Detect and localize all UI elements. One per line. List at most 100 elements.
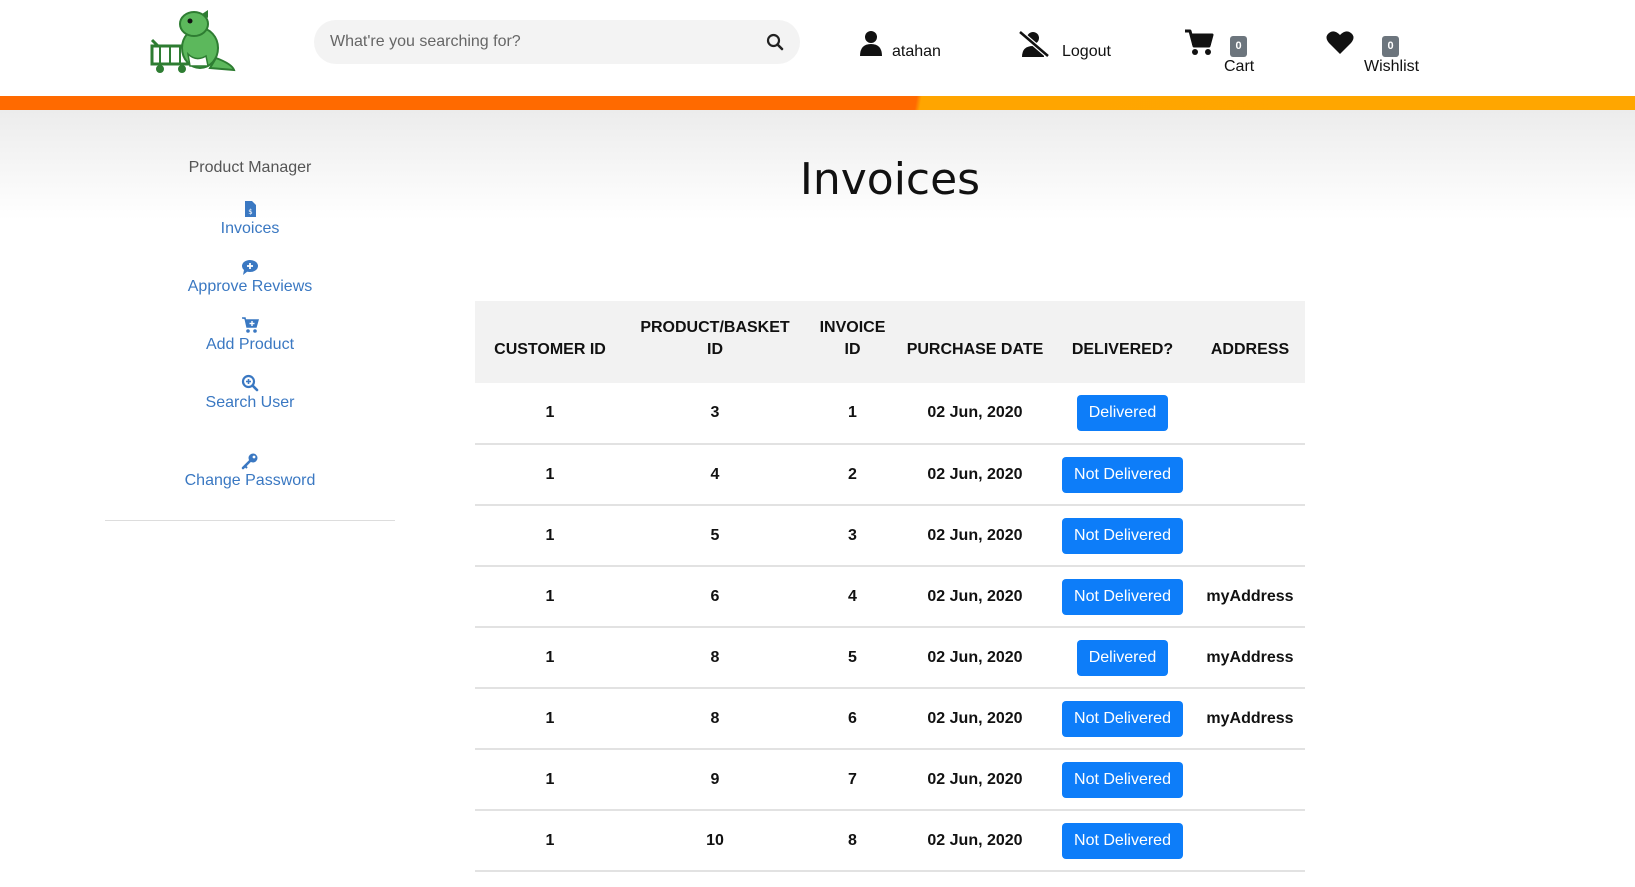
delivery-status-cell: Not Delivered (1050, 444, 1195, 506)
table-row: 1 5 3 02 Jun, 2020 Not Delivered (475, 505, 1305, 567)
table-row: 1 8 6 02 Jun, 2020 Not Delivered myAddress (475, 688, 1305, 750)
invoices-table: CUSTOMER ID PRODUCT/BASKET ID INVOICE ID… (475, 301, 1305, 872)
table-row: 1 10 8 02 Jun, 2020 Not Delivered (475, 810, 1305, 872)
delivery-status-button[interactable]: Not Delivered (1062, 700, 1183, 737)
product-id-cell: 8 (625, 688, 805, 750)
address-cell (1195, 444, 1305, 506)
column-header: ADDRESS (1195, 301, 1305, 383)
top-navbar: atahan Logout 0 Cart 0 Wishlist (0, 0, 1635, 96)
customer-id-cell: 1 (475, 627, 625, 689)
column-header: INVOICE ID (805, 301, 900, 383)
product-id-cell: 4 (625, 444, 805, 506)
customer-id-cell: 1 (475, 505, 625, 567)
accent-stripe (0, 96, 1635, 110)
column-header: PURCHASE DATE (900, 301, 1050, 383)
table-row: 1 8 5 02 Jun, 2020 Delivered myAddress (475, 627, 1305, 689)
product-id-cell: 8 (625, 627, 805, 689)
sidebar-item-invoices[interactable]: $ Invoices (105, 200, 395, 238)
sidebar-item-change-password[interactable]: Change Password (105, 452, 395, 490)
purchase-date-cell: 02 Jun, 2020 (900, 383, 1050, 445)
sidebar-item-search-user[interactable]: Search User (105, 374, 395, 412)
delivery-status-button[interactable]: Not Delivered (1062, 517, 1183, 554)
delivery-status-cell: Not Delivered (1050, 810, 1195, 872)
delivery-status-button[interactable]: Not Delivered (1062, 578, 1183, 615)
cart-count-badge: 0 (1230, 36, 1247, 57)
address-cell (1195, 749, 1305, 811)
delivery-status-button[interactable]: Not Delivered (1062, 761, 1183, 798)
sidebar-item-add-product[interactable]: Add Product (105, 316, 395, 354)
search-plus-icon (241, 374, 259, 392)
invoice-id-cell: 7 (805, 749, 900, 811)
heart-icon (1326, 31, 1354, 54)
key-icon (241, 453, 258, 470)
delivery-status-button[interactable]: Not Delivered (1062, 822, 1183, 859)
invoice-id-cell: 2 (805, 444, 900, 506)
admin-sidebar: Product Manager $ Invoices Approve Revie… (105, 158, 395, 521)
table-header-row: CUSTOMER ID PRODUCT/BASKET ID INVOICE ID… (475, 301, 1305, 383)
purchase-date-cell: 02 Jun, 2020 (900, 444, 1050, 506)
customer-id-cell: 1 (475, 566, 625, 628)
invoice-id-cell: 1 (805, 383, 900, 445)
purchase-date-cell: 02 Jun, 2020 (900, 566, 1050, 628)
sidebar-item-approve-reviews[interactable]: Approve Reviews (105, 258, 395, 296)
invoice-id-cell: 4 (805, 566, 900, 628)
customer-id-cell: 1 (475, 749, 625, 811)
product-id-cell: 5 (625, 505, 805, 567)
product-id-cell: 6 (625, 566, 805, 628)
purchase-date-cell: 02 Jun, 2020 (900, 505, 1050, 567)
delivery-status-button[interactable]: Delivered (1076, 395, 1169, 431)
address-cell (1195, 383, 1305, 445)
logout-label: Logout (1062, 43, 1111, 60)
sidebar-item-label: Add Product (205, 336, 295, 353)
search-icon[interactable] (766, 33, 784, 51)
page-title: Invoices (799, 154, 981, 205)
product-id-cell: 9 (625, 749, 805, 811)
sidebar-item-label: Approve Reviews (187, 278, 313, 295)
customer-id-cell: 1 (475, 810, 625, 872)
file-invoice-icon: $ (245, 201, 256, 217)
address-cell (1195, 505, 1305, 567)
purchase-date-cell: 02 Jun, 2020 (900, 688, 1050, 750)
wishlist-link[interactable]: 0 Wishlist (1326, 26, 1422, 75)
column-header: PRODUCT/BASKET ID (625, 301, 805, 383)
table-row: 1 6 4 02 Jun, 2020 Not Delivered myAddress (475, 566, 1305, 628)
delivery-status-cell: Not Delivered (1050, 749, 1195, 811)
delivery-status-cell: Not Delivered (1050, 505, 1195, 567)
cart-link[interactable]: 0 Cart (1184, 26, 1260, 75)
wishlist-label: Wishlist (1364, 58, 1420, 75)
invoice-id-cell: 6 (805, 688, 900, 750)
user-icon (860, 31, 882, 56)
delivery-status-button[interactable]: Delivered (1076, 639, 1169, 676)
sidebar-item-label: Search User (205, 394, 295, 411)
address-cell: myAddress (1195, 627, 1305, 689)
purchase-date-cell: 02 Jun, 2020 (900, 810, 1050, 872)
purchase-date-cell: 02 Jun, 2020 (900, 749, 1050, 811)
user-slash-icon (1018, 30, 1050, 58)
customer-id-cell: 1 (475, 383, 625, 445)
address-cell: myAddress (1195, 688, 1305, 750)
address-cell (1195, 810, 1305, 872)
search-bar (314, 20, 800, 64)
search-input[interactable] (330, 20, 750, 64)
wishlist-count-badge: 0 (1382, 36, 1399, 57)
invoice-id-cell: 8 (805, 810, 900, 872)
delivery-status-cell: Delivered (1050, 627, 1195, 689)
svg-text:$: $ (248, 208, 252, 216)
product-id-cell: 3 (625, 383, 805, 445)
sidebar-divider (105, 520, 395, 521)
dinosaur-cart-logo[interactable] (150, 8, 236, 74)
invoice-id-cell: 3 (805, 505, 900, 567)
delivery-status-cell: Delivered (1050, 383, 1195, 445)
sidebar-item-label: Invoices (220, 220, 280, 237)
comment-plus-icon (242, 260, 258, 275)
purchase-date-cell: 02 Jun, 2020 (900, 627, 1050, 689)
delivery-status-button[interactable]: Not Delivered (1062, 456, 1183, 493)
invoice-id-cell: 5 (805, 627, 900, 689)
delivery-status-cell: Not Delivered (1050, 688, 1195, 750)
cart-label: Cart (1224, 58, 1255, 75)
table-row: 1 4 2 02 Jun, 2020 Not Delivered (475, 444, 1305, 506)
cart-plus-icon (242, 317, 259, 333)
product-id-cell: 10 (625, 810, 805, 872)
sidebar-item-label: Change Password (184, 472, 316, 489)
username-label: atahan (892, 43, 941, 60)
